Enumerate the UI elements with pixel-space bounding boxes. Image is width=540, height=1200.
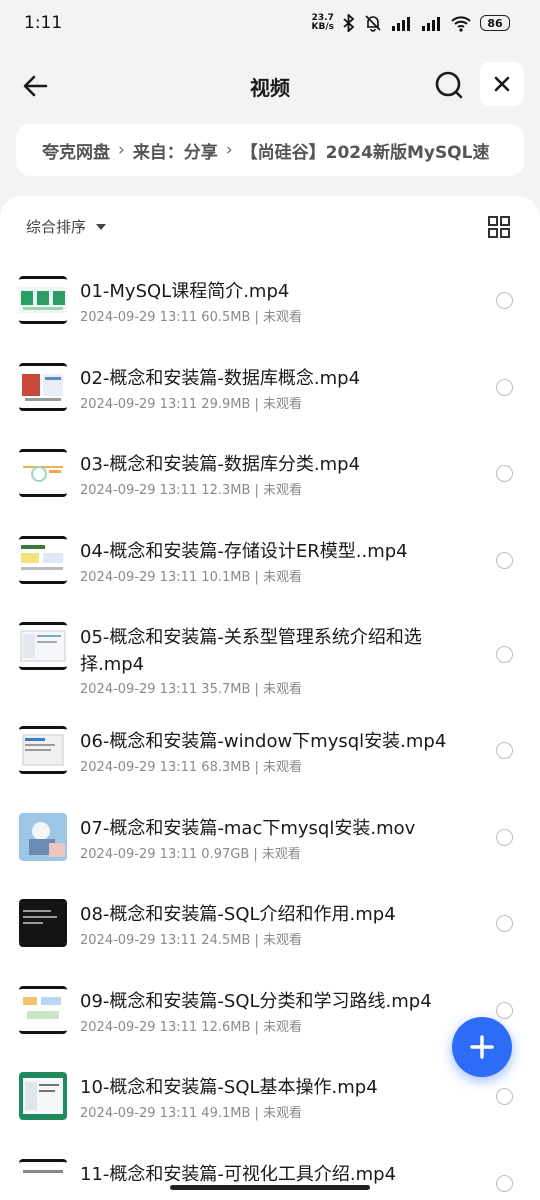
video-thumbnail — [19, 276, 67, 324]
list-item[interactable]: 03-概念和安装篇-数据库分类.mp4 2024-09-29 13:11 12.… — [0, 421, 540, 508]
bluetooth-icon — [343, 14, 355, 32]
grid-view-button[interactable] — [486, 214, 512, 240]
file-name: 08-概念和安装篇-SQL介绍和作用.mp4 — [80, 904, 396, 925]
video-thumbnail — [19, 812, 67, 861]
mute-bell-icon — [365, 15, 381, 32]
sort-dropdown[interactable]: 综合排序 — [26, 216, 107, 237]
file-meta: 2024-09-29 13:11 10.1MB | 未观看 — [80, 569, 303, 585]
video-thumbnail — [19, 899, 67, 947]
top-bar: 视频 — [0, 58, 540, 112]
status-icons: 23.7 KB/s 86 — [312, 14, 510, 32]
file-name: 07-概念和安装篇-mac下mysql安装.mov — [80, 817, 416, 839]
file-meta: 2024-09-29 13:11 49.1MB | 未观看 — [80, 1106, 303, 1121]
net-speed: 23.7 KB/s — [311, 13, 334, 32]
close-icon — [494, 76, 510, 92]
chevron-right-icon: › — [118, 140, 125, 160]
select-radio[interactable] — [496, 1174, 513, 1192]
select-radio[interactable] — [496, 742, 513, 759]
plus-icon — [470, 1035, 494, 1059]
breadcrumb-folder[interactable]: 【尚硅谷】2024新版MySQL速 — [241, 138, 490, 163]
file-meta: 2024-09-29 13:11 0.97GB | 未观看 — [80, 846, 301, 862]
file-name: 11-概念和安装篇-可视化工具介绍.mp4 — [80, 1163, 397, 1185]
file-meta: 2024-09-29 13:11 12.6MB | 未观看 — [80, 1019, 303, 1035]
breadcrumb-source[interactable]: 来自：分享 — [133, 138, 218, 163]
file-meta: 2024-09-29 13:11 12.3MB | 未观看 — [80, 483, 303, 498]
file-name: 09-概念和安装篇-SQL分类和学习路线.mp4 — [80, 990, 432, 1012]
file-name: 06-概念和安装篇-window下mysql安装.mp4 — [80, 731, 447, 752]
grid-icon — [488, 216, 510, 238]
file-meta: 2024-09-29 13:11 35.7MB | 未观看 — [80, 682, 303, 697]
select-radio[interactable] — [496, 915, 513, 932]
file-name: 05-概念和安装篇-关系型管理系统介绍和选择.mp4 — [80, 627, 422, 675]
file-name: 10-概念和安装篇-SQL基本操作.mp4 — [80, 1077, 378, 1098]
video-thumbnail — [19, 1158, 67, 1200]
select-radio[interactable] — [496, 551, 513, 569]
list-item[interactable]: 02-概念和安装篇-数据库概念.mp4 2024-09-29 13:11 29.… — [0, 335, 540, 422]
breadcrumb: 夸克网盘 › 来自：分享 › 【尚硅谷】2024新版MySQL速 — [16, 124, 524, 176]
file-meta: 2024-09-29 13:11 24.5MB | 未观看 — [80, 933, 303, 948]
list-item[interactable]: 04-概念和安装篇-存储设计ER模型..mp4 2024-09-29 13:11… — [0, 508, 540, 595]
file-meta: 2024-09-29 13:11 68.3MB | 未观看 — [80, 760, 303, 775]
status-bar: 1:11 23.7 KB/s 86 — [0, 0, 540, 46]
chevron-right-icon: › — [225, 140, 233, 160]
select-radio[interactable] — [496, 1088, 513, 1105]
video-thumbnail — [19, 449, 67, 497]
select-radio[interactable] — [496, 465, 513, 482]
select-radio[interactable] — [496, 646, 513, 663]
close-button[interactable] — [480, 62, 524, 106]
wifi-icon — [451, 16, 471, 32]
list-item[interactable]: 08-概念和安装篇-SQL介绍和作用.mp4 2024-09-29 13:11 … — [0, 871, 540, 958]
add-button[interactable] — [452, 1017, 512, 1077]
file-meta: 2024-09-29 13:11 29.9MB | 未观看 — [80, 396, 303, 412]
search-icon — [435, 71, 463, 99]
file-name: 01-MySQL课程简介.mp4 — [80, 281, 290, 302]
file-name: 03-概念和安装篇-数据库分类.mp4 — [80, 454, 361, 475]
sort-label: 综合排序 — [26, 218, 87, 236]
file-name: 02-概念和安装篇-数据库概念.mp4 — [80, 367, 361, 389]
video-thumbnail — [19, 622, 67, 670]
video-thumbnail — [19, 535, 67, 584]
signal-hd-icon — [392, 17, 410, 31]
list-item[interactable]: 07-概念和安装篇-mac下mysql安装.mov 2024-09-29 13:… — [0, 785, 540, 872]
select-radio[interactable] — [496, 828, 513, 846]
breadcrumb-root[interactable]: 夸克网盘 — [42, 138, 110, 163]
signal-hd-icon — [422, 17, 440, 31]
list-item[interactable]: 01-MySQL课程简介.mp4 2024-09-29 13:11 60.5MB… — [0, 248, 540, 335]
video-thumbnail — [19, 362, 67, 411]
home-indicator[interactable] — [170, 1185, 370, 1190]
video-thumbnail — [19, 726, 67, 774]
select-radio[interactable] — [496, 292, 513, 309]
list-item[interactable]: 06-概念和安装篇-window下mysql安装.mp4 2024-09-29 … — [0, 698, 540, 785]
caret-down-icon — [96, 223, 107, 230]
file-meta: 2024-09-29 13:11 60.5MB | 未观看 — [80, 310, 303, 325]
battery-icon: 86 — [480, 15, 510, 31]
list-item[interactable]: 05-概念和安装篇-关系型管理系统介绍和选择.mp4 2024-09-29 13… — [0, 594, 540, 698]
file-name: 04-概念和安装篇-存储设计ER模型..mp4 — [80, 540, 408, 562]
video-thumbnail — [19, 1072, 67, 1120]
status-time: 1:11 — [24, 13, 63, 33]
search-button[interactable] — [430, 66, 468, 104]
video-thumbnail — [19, 985, 67, 1034]
select-radio[interactable] — [496, 378, 513, 396]
select-radio[interactable] — [496, 1001, 513, 1019]
